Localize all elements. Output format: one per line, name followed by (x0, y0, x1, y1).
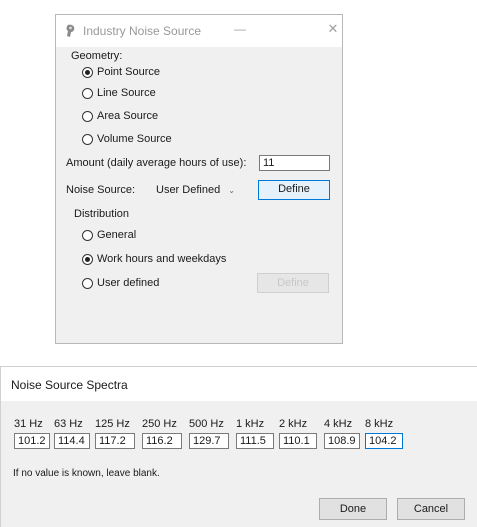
band-label-4khz: 4 kHz (324, 418, 353, 430)
band-label-63hz: 63 Hz (54, 418, 83, 430)
radio-label: Point Source (97, 66, 160, 78)
select-value: User Defined (156, 184, 221, 196)
radio-line-source[interactable]: Line Source (82, 85, 156, 101)
close-icon[interactable]: ✕ (325, 20, 341, 40)
radio-user-defined[interactable]: User defined (82, 275, 159, 291)
band-label-250hz: 250 Hz (142, 418, 177, 430)
radio-label: Line Source (97, 87, 156, 99)
radio-label: User defined (97, 277, 160, 289)
geometry-label: Geometry: (71, 50, 123, 62)
industry-noise-source-dialog: Industry Noise Source — ✕ Geometry: Poin… (55, 14, 343, 344)
band-input-125hz[interactable]: 117.2 (95, 433, 135, 449)
radio-indicator[interactable] (82, 253, 93, 265)
dialog-title: Industry Noise Source (83, 24, 202, 38)
radio-point-source[interactable]: Point Source (82, 64, 160, 80)
band-label-500hz: 500 Hz (189, 418, 224, 430)
dialog-title: Noise Source Spectra (11, 378, 128, 392)
title-bar: Noise Source Spectra (1, 367, 477, 401)
noise-source-label: Noise Source: (66, 184, 136, 196)
distribution-label: Distribution (74, 208, 130, 220)
distribution-define-button-disabled: Define (257, 273, 329, 293)
amount-label: Amount (daily average hours of use): (66, 157, 247, 169)
chevron-down-icon: ⌄ (228, 185, 235, 195)
radio-volume-source[interactable]: Volume Source (82, 131, 172, 147)
band-input-63hz[interactable]: 114.4 (54, 433, 90, 449)
band-input-31hz[interactable]: 101.2 (14, 433, 50, 449)
noise-source-select[interactable]: User Defined ⌄ (156, 181, 254, 199)
radio-work-hours[interactable]: Work hours and weekdays (82, 251, 226, 267)
radio-indicator[interactable] (82, 133, 93, 145)
band-input-250hz[interactable]: 116.2 (142, 433, 182, 449)
radio-general[interactable]: General (82, 227, 136, 243)
done-button[interactable]: Done (319, 498, 387, 520)
band-label-31hz: 31 Hz (14, 418, 43, 430)
amount-input[interactable]: 11 (259, 155, 330, 171)
radio-indicator[interactable] (82, 229, 93, 241)
radio-label: Volume Source (97, 133, 172, 145)
band-label-125hz: 125 Hz (95, 418, 130, 430)
band-label-8khz: 8 kHz (365, 418, 394, 430)
radio-label: Area Source (97, 110, 159, 122)
radio-area-source[interactable]: Area Source (82, 108, 158, 124)
app-icon (66, 24, 75, 37)
radio-indicator[interactable] (82, 277, 93, 289)
minimize-button[interactable]: — (229, 20, 251, 40)
band-input-4khz[interactable]: 108.9 (324, 433, 360, 449)
band-input-2khz[interactable]: 110.1 (279, 433, 317, 449)
define-button[interactable]: Define (258, 180, 330, 200)
band-input-8khz[interactable]: 104.2 (365, 433, 403, 449)
radio-label: General (97, 229, 137, 241)
band-input-1khz[interactable]: 111.5 (236, 433, 274, 449)
band-label-2khz: 2 kHz (279, 418, 308, 430)
band-label-1khz: 1 kHz (236, 418, 265, 430)
hint-text: If no value is known, leave blank. (13, 468, 160, 479)
radio-indicator[interactable] (82, 110, 93, 122)
band-input-500hz[interactable]: 129.7 (189, 433, 229, 449)
noise-source-spectra-dialog: Noise Source Spectra 31 Hz 63 Hz 125 Hz … (0, 366, 477, 527)
radio-label: Work hours and weekdays (97, 253, 227, 265)
radio-indicator[interactable] (82, 87, 93, 99)
cancel-button[interactable]: Cancel (397, 498, 465, 520)
title-bar: Industry Noise Source — ✕ (56, 15, 342, 47)
radio-indicator[interactable] (82, 66, 93, 78)
